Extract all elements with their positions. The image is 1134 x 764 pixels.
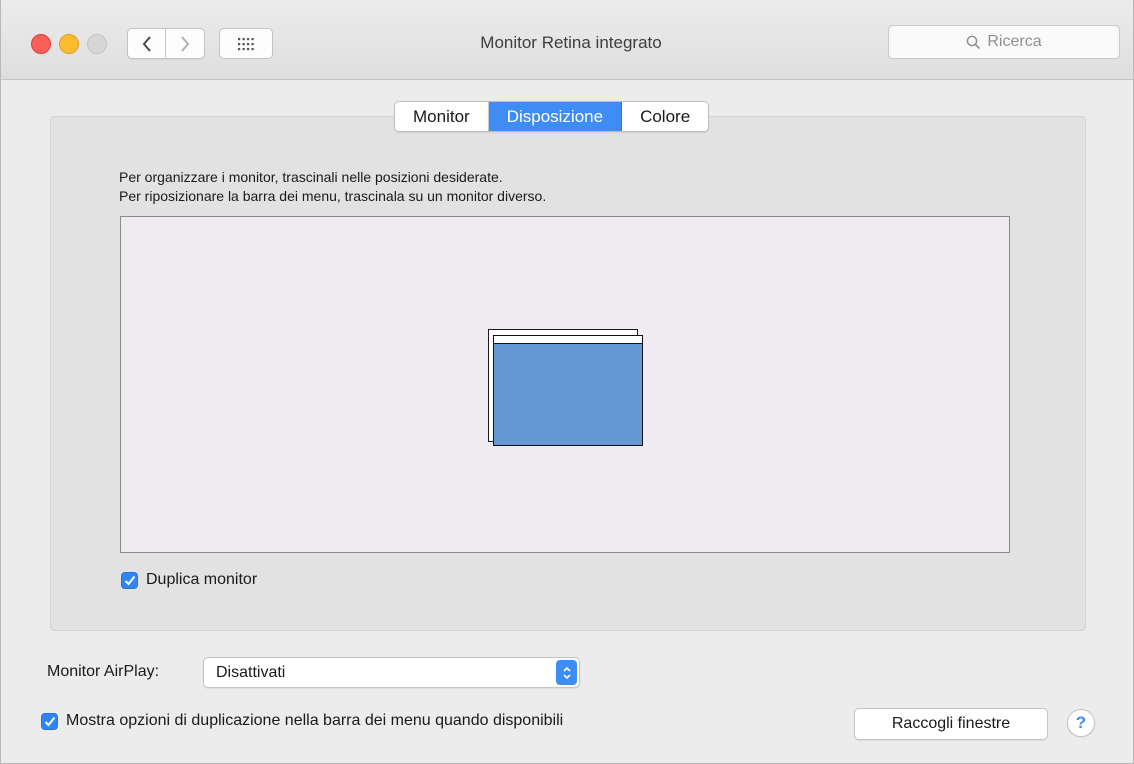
mirror-displays-checkbox[interactable]: [121, 571, 138, 589]
window-title: Monitor Retina integrato: [480, 33, 662, 52]
show-mirroring-checkbox[interactable]: [41, 712, 58, 730]
title-bar: Monitor Retina integrato Ricerca: [1, 0, 1133, 80]
search-placeholder: Ricerca: [987, 33, 1042, 50]
mirror-displays-label: Duplica monitor: [146, 571, 258, 588]
airplay-select-value: Disattivati: [216, 664, 286, 681]
help-button[interactable]: ?: [1067, 709, 1095, 737]
instructions: Per organizzare i monitor, trascinali ne…: [119, 168, 1019, 206]
search-field[interactable]: Ricerca: [888, 25, 1120, 59]
tab-bar: Monitor Disposizione Colore: [394, 101, 710, 132]
tab-colore[interactable]: Colore: [622, 102, 709, 131]
show-mirroring-label: Mostra opzioni di duplicazione nella bar…: [66, 712, 564, 729]
nav-button-group: [127, 28, 205, 59]
back-button[interactable]: [128, 29, 166, 58]
instruction-line-1: Per organizzare i monitor, trascinali ne…: [119, 169, 503, 185]
mirror-displays-row: Duplica monitor: [121, 571, 257, 589]
forward-button[interactable]: [166, 29, 204, 58]
grid-icon: [238, 37, 254, 50]
display-arrangement-area[interactable]: [120, 216, 1010, 553]
gather-windows-button[interactable]: Raccogli finestre: [854, 708, 1048, 740]
chevron-left-icon: [142, 35, 151, 52]
minimize-button[interactable]: [59, 34, 79, 54]
tab-monitor[interactable]: Monitor: [395, 102, 489, 131]
show-mirroring-row: Mostra opzioni di duplicazione nella bar…: [41, 712, 563, 730]
tab-disposizione[interactable]: Disposizione: [488, 102, 623, 131]
checkmark-icon: [124, 575, 135, 585]
show-all-button[interactable]: [219, 28, 273, 59]
search-icon: [967, 35, 981, 49]
zoom-button[interactable]: [87, 34, 107, 54]
chevron-right-icon: [181, 35, 190, 52]
up-down-arrows-icon: [556, 660, 577, 685]
checkmark-icon: [44, 716, 55, 726]
airplay-label: Monitor AirPlay:: [47, 663, 160, 680]
instruction-line-2: Per riposizionare la barra dei menu, tra…: [119, 188, 547, 204]
airplay-select[interactable]: Disattivati: [203, 657, 580, 688]
menu-bar-indicator[interactable]: [494, 336, 642, 344]
preferences-window: Monitor Retina integrato Ricerca Monitor…: [0, 0, 1134, 764]
main-display[interactable]: [493, 335, 643, 446]
close-button[interactable]: [31, 34, 51, 54]
